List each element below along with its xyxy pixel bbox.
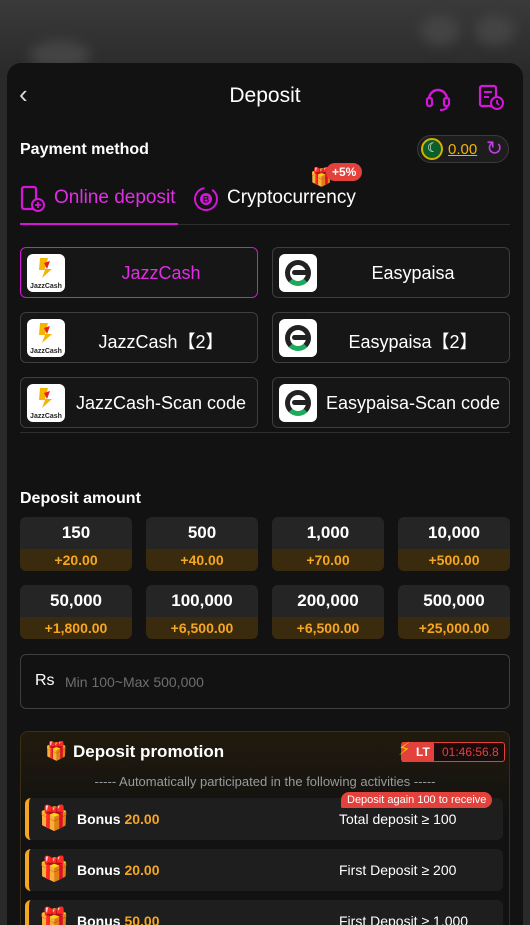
amount-option[interactable]: 10,000 +500.00: [398, 517, 510, 571]
bitcoin-icon: B: [194, 187, 218, 211]
bonus-label: Bonus: [77, 913, 121, 925]
method-label: Easypaisa: [371, 263, 455, 283]
amount-option[interactable]: 100,000 +6,500.00: [146, 585, 258, 639]
gift-icon: 🎁: [39, 907, 69, 925]
svg-text:B: B: [203, 195, 210, 205]
payment-methods: JazzCash JazzCash Easypaisa JazzCash Jaz…: [20, 247, 510, 433]
gift-icon: 🎁: [39, 805, 69, 832]
method-label: Easypaisa【2】: [348, 332, 478, 352]
header: ‹ Deposit: [7, 63, 523, 133]
lightning-icon: ⚡: [398, 739, 411, 759]
payment-method-row: Payment method 0.00 ↻: [7, 133, 523, 173]
method-label: Easypaisa-Scan code: [325, 393, 501, 413]
gift-icon: 🎁: [39, 856, 69, 883]
deposit-amount-label: Deposit amount: [20, 490, 141, 507]
gift-icon: 🎁: [45, 741, 68, 761]
deposit-promotion: 🎁 Deposit promotion LT ⚡ 01:46:56.8 ----…: [20, 731, 510, 925]
easypaisa-logo-icon: [279, 384, 317, 422]
method-easypaisa-scan[interactable]: Easypaisa-Scan code: [272, 377, 510, 428]
amount-option[interactable]: 500,000 +25,000.00: [398, 585, 510, 639]
promotion-condition: Total deposit ≥ 100: [339, 811, 457, 827]
method-jazzcash[interactable]: JazzCash JazzCash: [20, 247, 258, 298]
crypto-bonus-percent: +5%: [326, 163, 363, 181]
tab-online-label: Online deposit: [54, 187, 176, 208]
bonus-value: 50.00: [124, 913, 160, 925]
amount-option[interactable]: 500 +40.00: [146, 517, 258, 571]
timer-value: 01:46:56.8: [442, 745, 499, 759]
promotion-condition: First Deposit ≥ 200: [339, 862, 457, 878]
currency-label: Rs: [35, 672, 55, 689]
amount-option[interactable]: 50,000 +1,800.00: [20, 585, 132, 639]
history-icon[interactable]: [477, 83, 505, 111]
balance-value: 0.00: [448, 141, 478, 158]
method-easypaisa[interactable]: Easypaisa: [272, 247, 510, 298]
tab-online-deposit[interactable]: Online deposit: [20, 183, 178, 225]
balance-pill: 0.00 ↻: [417, 135, 509, 163]
bonus-label: Bonus: [77, 862, 121, 878]
promotion-timer: LT ⚡ 01:46:56.8: [398, 739, 505, 762]
backdrop: [0, 0, 530, 70]
headset-icon[interactable]: [423, 83, 453, 113]
amount-input-box: Rs: [20, 654, 510, 709]
refresh-icon[interactable]: ↻: [486, 138, 508, 160]
method-label: JazzCash: [121, 263, 201, 283]
method-label: JazzCash-Scan code: [75, 393, 247, 413]
method-easypaisa-2[interactable]: Easypaisa【2】: [272, 312, 510, 363]
method-jazzcash-2[interactable]: JazzCash JazzCash【2】: [20, 312, 258, 363]
amount-input[interactable]: [65, 667, 485, 697]
deposit-sheet: ‹ Deposit Payment method 0.00 ↻: [7, 63, 523, 925]
method-label: JazzCash【2】: [98, 332, 224, 352]
phone-deposit-icon: [20, 185, 45, 212]
promotion-row: 🎁 Bonus 50.00 First Deposit ≥ 1,000: [25, 900, 503, 925]
bonus-label: Bonus: [77, 811, 121, 827]
promotion-row: 🎁 Bonus 20.00 Total deposit ≥ 100 Deposi…: [25, 792, 503, 840]
promotion-condition: First Deposit ≥ 1,000: [339, 913, 469, 925]
amount-option[interactable]: 200,000 +6,500.00: [272, 585, 384, 639]
method-jazzcash-scan[interactable]: JazzCash JazzCash-Scan code: [20, 377, 258, 428]
bonus-value: 20.00: [124, 862, 160, 878]
jazzcash-logo-icon: JazzCash: [27, 319, 65, 357]
amount-option[interactable]: 150 +20.00: [20, 517, 132, 571]
easypaisa-logo-icon: [279, 254, 317, 292]
promotion-subtitle: ----- Automatically participated in the …: [94, 774, 436, 789]
deposit-again-tag: Deposit again 100 to receive: [341, 792, 493, 808]
payment-method-label: Payment method: [20, 141, 149, 158]
pakistan-flag-icon: [421, 138, 443, 160]
jazzcash-logo-icon: JazzCash: [27, 254, 65, 292]
bonus-value: 20.00: [124, 811, 160, 827]
tab-crypto-label: Cryptocurrency: [227, 187, 356, 208]
promotion-row: 🎁 Bonus 20.00 First Deposit ≥ 200: [25, 849, 503, 891]
promotion-title: Deposit promotion: [73, 742, 225, 761]
deposit-tabs: Online deposit B Cryptocurrency 🎁 +5%: [20, 163, 510, 225]
jazzcash-logo-icon: JazzCash: [27, 384, 65, 422]
easypaisa-logo-icon: [279, 319, 317, 357]
amount-option[interactable]: 1,000 +70.00: [272, 517, 384, 571]
